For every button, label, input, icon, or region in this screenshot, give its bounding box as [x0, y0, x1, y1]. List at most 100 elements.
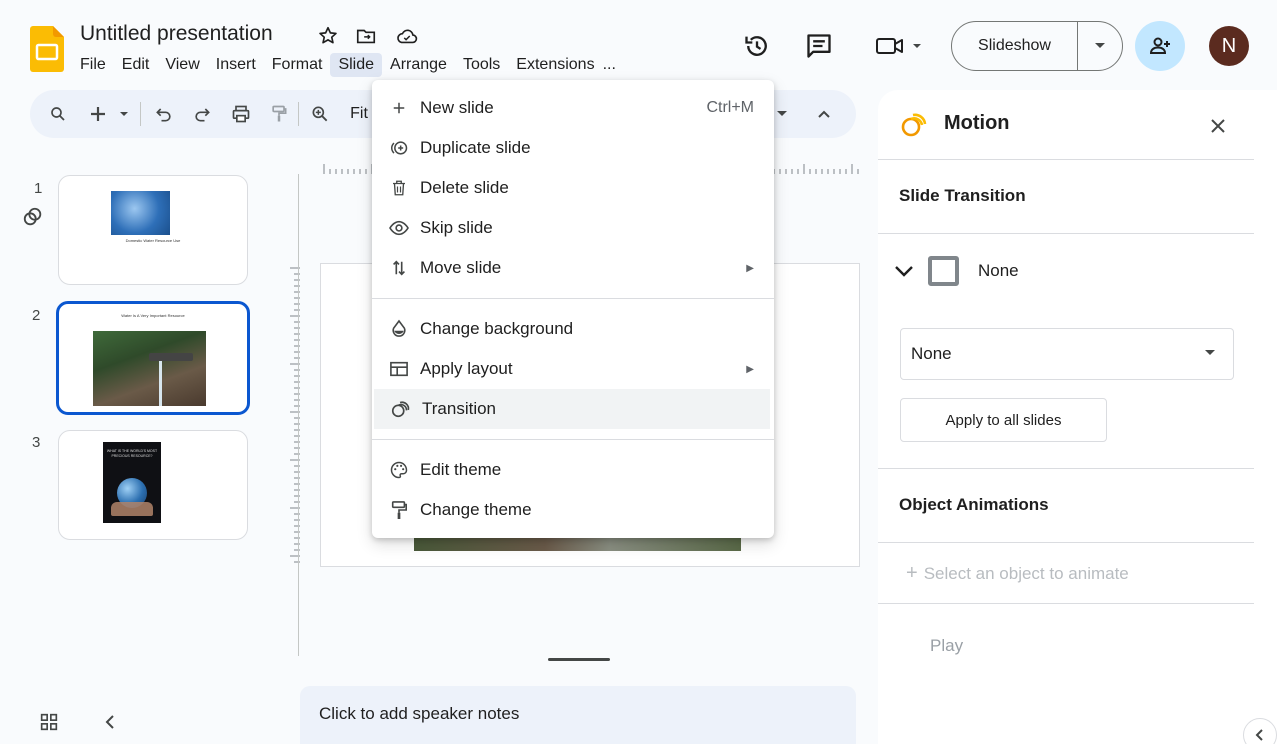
- panel-separator: [878, 542, 1254, 543]
- thumb-1-caption: Domestic Water Resource Use: [125, 238, 181, 243]
- menu-slide[interactable]: Slide: [330, 53, 383, 77]
- grid-view-icon[interactable]: [38, 711, 60, 733]
- menu-item-apply-layout[interactable]: Apply layout ▶: [372, 349, 774, 389]
- chevron-down-icon[interactable]: [892, 260, 916, 282]
- menu-bar: File Edit View Insert Format Slide Arran…: [72, 52, 624, 78]
- slide-thumbnail-3[interactable]: WHAT IS THE WORLD'S MOST PRECIOUS RESOUR…: [58, 430, 248, 540]
- menu-insert[interactable]: Insert: [208, 53, 264, 77]
- current-transition-label: None: [978, 261, 1019, 280]
- new-slide-icon[interactable]: [88, 102, 132, 126]
- paint-roller-icon: [388, 499, 410, 521]
- menu-item-label: New slide: [420, 98, 494, 117]
- panel-separator: [878, 468, 1254, 469]
- comments-icon[interactable]: [803, 30, 835, 62]
- slideshow-dropdown-button[interactable]: [1078, 22, 1122, 70]
- menu-item-move-slide[interactable]: Move slide ▶: [372, 248, 774, 288]
- menu-file[interactable]: File: [72, 53, 114, 77]
- slide-thumbnail-1[interactable]: Domestic Water Resource Use: [58, 175, 248, 285]
- notes-resize-handle[interactable]: [548, 658, 610, 661]
- move-to-folder-icon[interactable]: [354, 24, 378, 48]
- undo-icon[interactable]: [152, 102, 176, 126]
- document-title[interactable]: Untitled presentation: [80, 22, 273, 46]
- menu-item-edit-theme[interactable]: Edit theme: [372, 450, 774, 490]
- slide-transition-heading: Slide Transition: [899, 186, 1026, 205]
- speaker-notes-placeholder[interactable]: Click to add speaker notes: [319, 704, 519, 724]
- paint-format-icon[interactable]: [267, 102, 291, 126]
- toolbar-separator: [140, 102, 141, 126]
- toolbar-separator: [298, 102, 299, 126]
- user-avatar[interactable]: N: [1209, 26, 1249, 66]
- version-history-icon[interactable]: [741, 30, 773, 62]
- transition-preview-icon: [928, 256, 959, 286]
- thumb-3-image: WHAT IS THE WORLD'S MOST PRECIOUS RESOUR…: [103, 442, 161, 523]
- slides-logo-icon[interactable]: [30, 26, 64, 72]
- motion-panel: Motion Slide Transition None None Apply …: [878, 90, 1277, 744]
- slide-number: 1: [34, 180, 43, 197]
- zoom-fit-label[interactable]: Fit: [344, 102, 374, 126]
- panel-separator: [878, 233, 1254, 234]
- menu-more[interactable]: ...: [603, 53, 624, 77]
- add-person-icon: [1149, 37, 1170, 54]
- menu-item-label: Transition: [422, 399, 497, 418]
- menu-item-label: Edit theme: [420, 460, 502, 479]
- chevron-left-icon: [1255, 729, 1263, 741]
- select-object-to-animate: + Select an object to animate: [906, 562, 1129, 585]
- slideshow-group: Slideshow: [951, 21, 1123, 71]
- menu-extensions[interactable]: Extensions: [508, 53, 602, 77]
- menu-item-duplicate-slide[interactable]: Duplicate slide: [372, 128, 774, 168]
- thumb-2-caption: Water Is A Very Important Resource: [121, 313, 185, 318]
- trash-icon: [388, 177, 410, 199]
- thumb-1-image: [111, 191, 170, 235]
- menu-separator: [372, 439, 774, 440]
- menu-separator: [372, 298, 774, 299]
- panel-separator: [878, 603, 1254, 604]
- slide-number: 2: [32, 307, 41, 324]
- plus-icon: +: [906, 562, 918, 584]
- play-button[interactable]: Play: [930, 636, 963, 656]
- thumb-3-caption: WHAT IS THE WORLD'S MOST PRECIOUS RESOUR…: [106, 449, 158, 458]
- menu-arrange[interactable]: Arrange: [382, 53, 455, 77]
- menu-item-skip-slide[interactable]: Skip slide: [372, 208, 774, 248]
- menu-item-new-slide[interactable]: New slide Ctrl+M: [372, 88, 774, 128]
- collapse-side-panel-button[interactable]: [1243, 718, 1277, 744]
- search-menus-icon[interactable]: [46, 102, 70, 126]
- share-button[interactable]: [1135, 21, 1185, 71]
- shortcut-label: Ctrl+M: [706, 99, 754, 116]
- menu-view[interactable]: View: [157, 53, 207, 77]
- droplet-icon: [388, 318, 410, 340]
- menu-item-label: Duplicate slide: [420, 138, 531, 157]
- close-icon[interactable]: [1208, 116, 1228, 136]
- layout-icon: [388, 358, 410, 380]
- menu-item-change-theme[interactable]: Change theme: [372, 490, 774, 530]
- menu-item-transition[interactable]: Transition: [374, 389, 770, 429]
- transition-select-value: None: [911, 344, 952, 363]
- cloud-saved-icon[interactable]: [395, 24, 419, 48]
- zoom-icon[interactable]: [308, 102, 332, 126]
- menu-item-label: Delete slide: [420, 178, 509, 197]
- meet-call-icon[interactable]: [870, 30, 926, 62]
- collapse-toolbar-icon[interactable]: [812, 102, 836, 126]
- apply-to-all-slides-button[interactable]: Apply to all slides: [900, 398, 1107, 442]
- menu-item-delete-slide[interactable]: Delete slide: [372, 168, 774, 208]
- menu-item-label: Apply layout: [420, 359, 513, 378]
- menu-format[interactable]: Format: [264, 53, 331, 77]
- duplicate-icon: [388, 137, 410, 159]
- star-icon[interactable]: [316, 24, 340, 48]
- transition-indicator-icon: [22, 206, 44, 228]
- slideshow-button[interactable]: Slideshow: [952, 22, 1078, 70]
- redo-icon[interactable]: [190, 102, 214, 126]
- caret-down-icon: [1095, 43, 1105, 48]
- menu-edit[interactable]: Edit: [114, 53, 158, 77]
- menu-tools[interactable]: Tools: [455, 53, 508, 77]
- panel-title: Motion: [944, 112, 1010, 134]
- plus-icon: [388, 97, 410, 119]
- menu-item-change-background[interactable]: Change background: [372, 309, 774, 349]
- collapse-filmstrip-icon[interactable]: [100, 711, 120, 733]
- print-icon[interactable]: [229, 102, 253, 126]
- motion-logo-icon: [900, 112, 928, 138]
- slide-thumbnail-2[interactable]: Water Is A Very Important Resource: [56, 301, 250, 415]
- transition-icon: [390, 398, 412, 420]
- panel-separator: [878, 159, 1254, 160]
- transition-type-select[interactable]: None: [900, 328, 1234, 380]
- eye-icon: [388, 217, 410, 239]
